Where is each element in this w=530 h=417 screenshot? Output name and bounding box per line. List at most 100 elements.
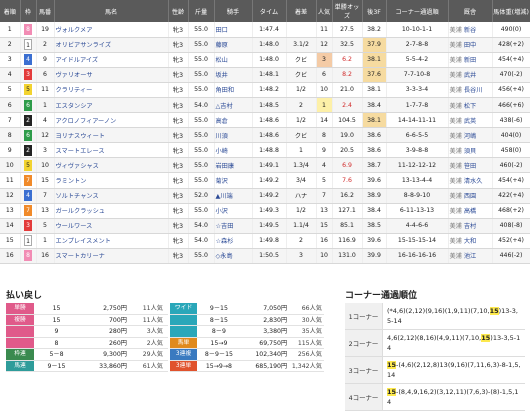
- waku-badge: 1: [24, 39, 32, 51]
- jockey-link[interactable]: 田口: [214, 22, 253, 38]
- jockey-link[interactable]: 藤原: [214, 37, 253, 53]
- horse-name-link[interactable]: エスタンシア: [54, 97, 169, 114]
- jockey-link[interactable]: ☆吉田: [214, 218, 253, 234]
- horse-number-cell: 9: [36, 52, 55, 68]
- horse-name-link[interactable]: ソルトチャンス: [54, 188, 169, 204]
- result-row[interactable]: 14 3 5 ウールワース 牝3 54.0 ☆吉田 1:49.5 1.1/4 15 85.1 38.5…: [0, 218, 530, 234]
- trainer-cell[interactable]: 美浦 河嶋: [448, 127, 493, 144]
- horse-name-link[interactable]: アイドルアイズ: [54, 52, 169, 68]
- result-row[interactable]: 7 2 4 アクロノフィアーノン 牝3 55.0 高倉 1:48.6 1/2 14 104.5 38.…: [0, 112, 530, 129]
- body-weight-cell: 458(0): [492, 142, 530, 159]
- trainer-cell[interactable]: 美浦 池江: [448, 248, 493, 265]
- horse-name-link[interactable]: エンプレイスメント: [54, 233, 169, 249]
- trainer-link[interactable]: 西園: [464, 193, 476, 200]
- trainer-cell[interactable]: 美浦 須貝: [448, 142, 493, 159]
- time-cell: 1:49.3: [252, 203, 287, 219]
- weight-cell: 55.0: [188, 112, 215, 129]
- trainer-cell[interactable]: 美浦 田中: [448, 37, 493, 53]
- time-cell: 1:49.8: [252, 233, 287, 249]
- horse-name-link[interactable]: ヴィヴァシャス: [54, 157, 169, 174]
- result-row[interactable]: 2 1 2 オリビアサンライズ 牝3 55.0 藤原 1:48.0 3.1/2 12 32.5 37.…: [0, 37, 530, 53]
- horse-name-link[interactable]: ヨリナスウィート: [54, 127, 169, 144]
- trainer-link[interactable]: 笹田: [464, 163, 476, 170]
- jockey-link[interactable]: 高倉: [214, 112, 253, 129]
- horse-name-link[interactable]: ウールワース: [54, 218, 169, 234]
- jockey-link[interactable]: 角田和: [214, 82, 253, 98]
- horse-name-link[interactable]: ガールクラッシュ: [54, 203, 169, 219]
- trainer-link[interactable]: 高橋: [464, 208, 476, 215]
- trainer-link[interactable]: 武英: [464, 118, 476, 125]
- trainer-link[interactable]: 松下: [464, 103, 476, 110]
- trainer-cell[interactable]: 美浦 笹田: [448, 157, 493, 174]
- result-row[interactable]: 9 2 3 スマートエレース 牝3 55.0 小崎 1:48.8 1 9 20.5 38.6 3-9-8…: [0, 142, 530, 159]
- horse-name-link[interactable]: オリビアサンライズ: [54, 37, 169, 53]
- result-row[interactable]: 5 5 11 クラリティー 牝3 55.0 角田和 1:48.2 1/2 10 21.0 38.1 3-…: [0, 82, 530, 98]
- payout-row: 3連単 15→9→8 685,190円 1,342人気: [170, 360, 324, 372]
- jockey-link[interactable]: 岩田康: [214, 157, 253, 174]
- result-row[interactable]: 4 3 6 ヴァリオーサ 牝3 55.0 坂井 1:48.1 クビ 6 8.2 37.6 7-7-10-…: [0, 67, 530, 83]
- time-cell: 1:48.1: [252, 67, 287, 83]
- trainer-link[interactable]: 田中: [464, 42, 476, 49]
- horse-name-link[interactable]: スマートカリーナ: [54, 248, 169, 265]
- trainer-link[interactable]: 新田: [464, 57, 476, 64]
- trainer-cell[interactable]: 美浦 吉村: [448, 218, 493, 234]
- jockey-link[interactable]: ▲川端: [214, 188, 253, 204]
- body-weight-cell: 438(-6): [492, 112, 530, 129]
- result-row[interactable]: 1 8 19 ヴォルクメア 牝3 55.0 田口 1:47.4 11 27.5 38.2 10-10-…: [0, 22, 530, 38]
- result-row[interactable]: 15 1 1 エンプレイスメント 牝3 54.0 ☆森杉 1:49.8 2 16 116.9 39.6…: [0, 233, 530, 249]
- trainer-cell[interactable]: 美浦 新田: [448, 52, 493, 68]
- jockey-link[interactable]: 菊沢: [214, 172, 253, 189]
- horse-name-link[interactable]: スマートエレース: [54, 142, 169, 159]
- result-row[interactable]: 8 6 12 ヨリナスウィート 牝3 55.0 川須 1:48.6 クビ 8 19.0 38.6 6-6…: [0, 127, 530, 144]
- result-row[interactable]: 11 7 15 ラミントン 牝3 55.0 菊沢 1:49.2 3/4 5 7.6 39.6 13-13…: [0, 172, 530, 189]
- popularity-cell: 5: [316, 172, 333, 189]
- result-row[interactable]: 12 4 7 ソルトチャンス 牝3 52.0 ▲川端 1:49.2 ハナ 7 16.2 38.9 8-8…: [0, 188, 530, 204]
- margin-cell: [286, 22, 317, 38]
- horse-name-link[interactable]: クラリティー: [54, 82, 169, 98]
- trainer-cell[interactable]: 美浦 清水久: [448, 172, 493, 189]
- trainer-link[interactable]: 清水久: [464, 178, 483, 185]
- trainer-cell[interactable]: 美浦 武英: [448, 112, 493, 129]
- trainer-cell[interactable]: 美浦 高橋: [448, 203, 493, 219]
- jockey-link[interactable]: ☆森杉: [214, 233, 253, 249]
- sex-age-cell: 牝3: [168, 97, 189, 114]
- trainer-link[interactable]: 河嶋: [464, 133, 476, 140]
- horse-number-cell: 4: [36, 112, 55, 129]
- margin-cell: クビ: [286, 52, 317, 68]
- trainer-cell[interactable]: 美浦 新谷: [448, 22, 493, 38]
- trainer-link[interactable]: 長谷川: [464, 87, 483, 94]
- result-row[interactable]: 16 8 16 スマートカリーナ 牝3 55.0 ◇永島 1:50.5 3 10 131.0 39.9…: [0, 248, 530, 265]
- jockey-link[interactable]: △吉村: [214, 97, 253, 114]
- jockey-link[interactable]: 松山: [214, 52, 253, 68]
- jockey-link[interactable]: 小崎: [214, 142, 253, 159]
- time-cell: 1:48.0: [252, 52, 287, 68]
- trainer-link[interactable]: 須貝: [464, 148, 476, 155]
- horse-name-link[interactable]: アクロノフィアーノン: [54, 112, 169, 129]
- horse-name-link[interactable]: ラミントン: [54, 172, 169, 189]
- trainer-cell[interactable]: 美浦 武井: [448, 67, 493, 83]
- jockey-link[interactable]: 小沢: [214, 203, 253, 219]
- trainer-cell[interactable]: 美浦 大和: [448, 233, 493, 249]
- trainer-link[interactable]: 新谷: [464, 27, 476, 34]
- horse-number-cell: 1: [36, 233, 55, 249]
- trainer-cell[interactable]: 美浦 長谷川: [448, 82, 493, 98]
- jockey-link[interactable]: 川須: [214, 127, 253, 144]
- popularity-cell: 10: [316, 82, 333, 98]
- result-row[interactable]: 13 7 13 ガールクラッシュ 牝3 55.0 小沢 1:49.3 1/2 13 127.1 38.…: [0, 203, 530, 219]
- trainer-cell[interactable]: 美浦 松下: [448, 97, 493, 114]
- horse-name-link[interactable]: ヴォルクメア: [54, 22, 169, 38]
- result-row[interactable]: 10 5 10 ヴィヴァシャス 牝3 55.0 岩田康 1:49.1 1.3/4 4 6.9 38.7…: [0, 157, 530, 174]
- trainer-cell[interactable]: 美浦 西園: [448, 188, 493, 204]
- horse-name-link[interactable]: ヴァリオーサ: [54, 67, 169, 83]
- corner-order-part: -(4,6)(2,12,8)13(9,16)(7,11,6,3)-8-1,5,1…: [387, 361, 521, 379]
- trainer-link[interactable]: 池江: [464, 253, 476, 260]
- result-row[interactable]: 6 6 1 エスタンシア 牝3 54.0 △吉村 1:48.5 2 1 2.4 38.4 1-7-7-8…: [0, 97, 530, 114]
- trainer-link[interactable]: 吉村: [464, 223, 476, 230]
- trainer-link[interactable]: 武井: [464, 72, 476, 79]
- jockey-link[interactable]: 坂井: [214, 67, 253, 83]
- jockey-link[interactable]: ◇永島: [214, 248, 253, 265]
- popularity-cell: 3: [316, 52, 333, 68]
- trainer-link[interactable]: 大和: [464, 238, 476, 245]
- result-row[interactable]: 3 4 9 アイドルアイズ 牝3 55.0 松山 1:48.0 クビ 3 6.2 38.1 5-5-4-…: [0, 52, 530, 68]
- sex-age-cell: 牝3: [168, 218, 189, 234]
